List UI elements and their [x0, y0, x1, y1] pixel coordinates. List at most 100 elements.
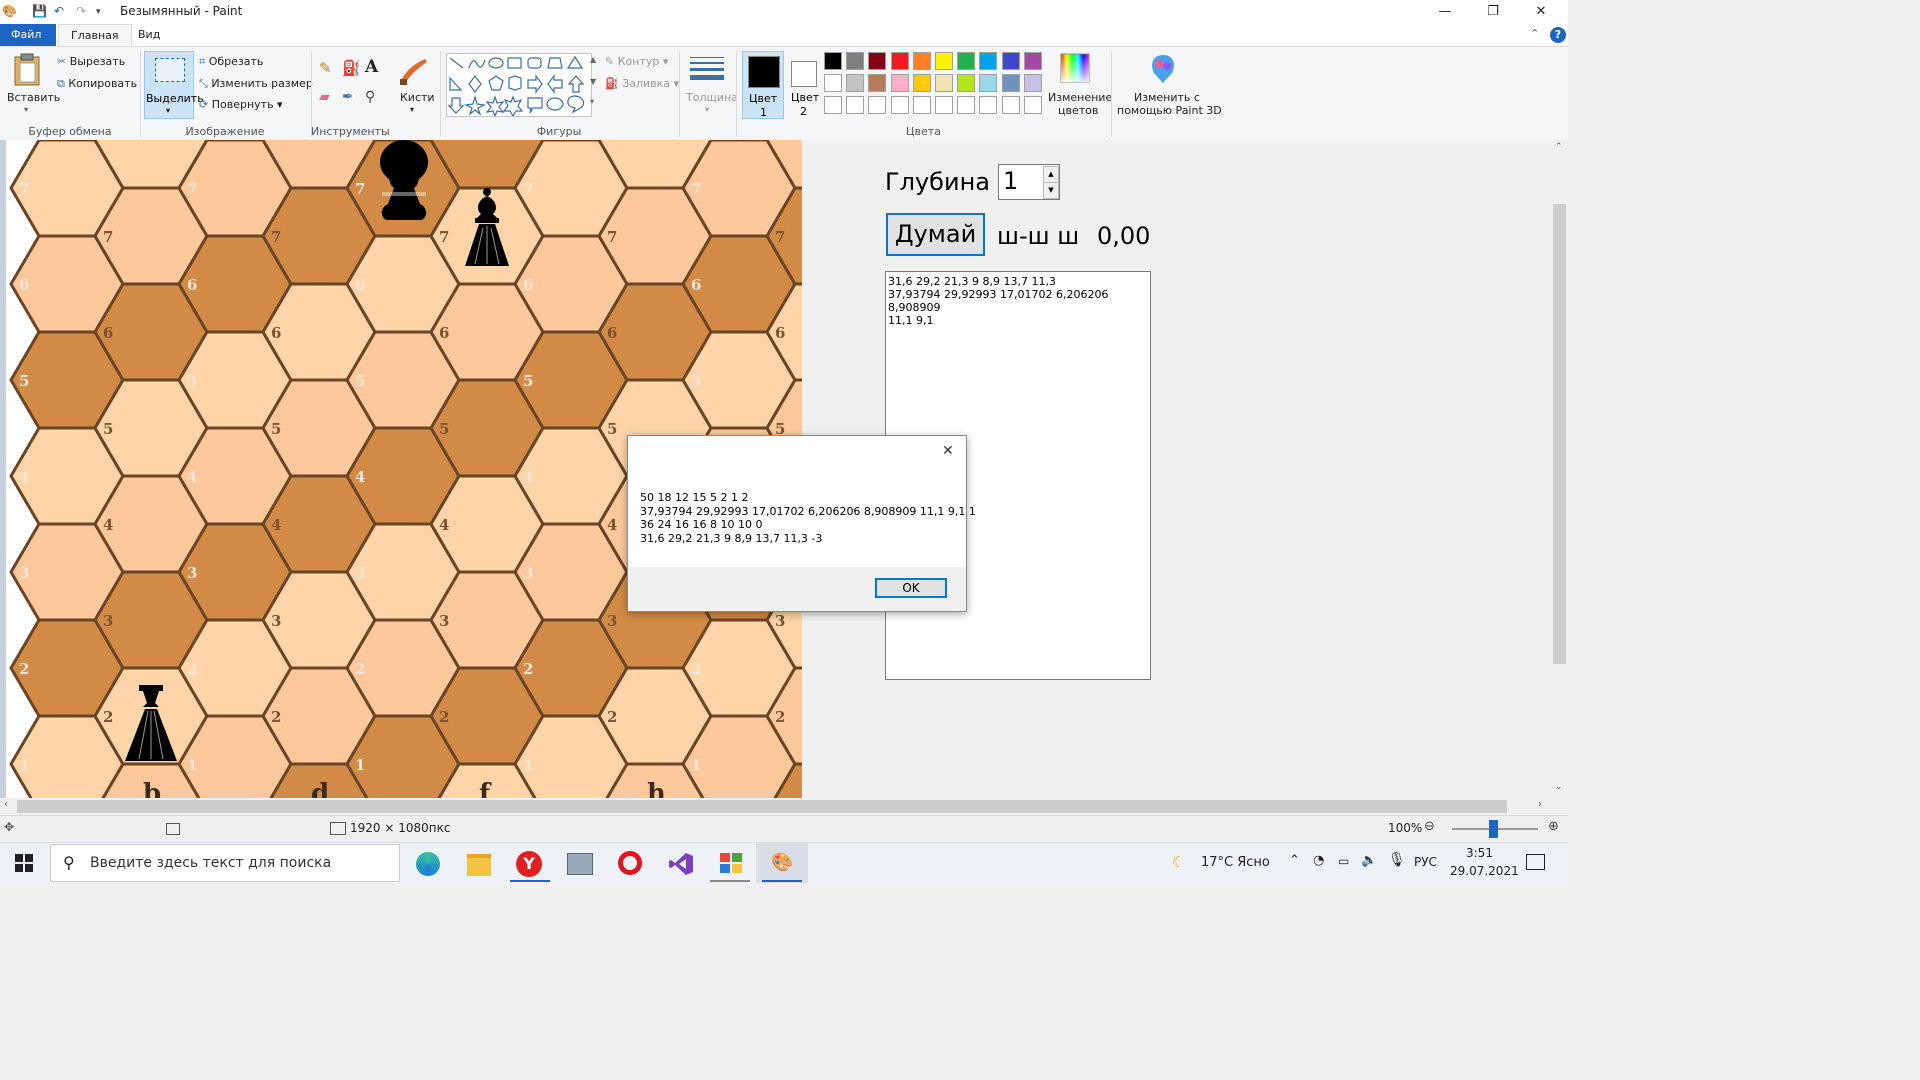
battery-icon[interactable]: ▭	[1338, 854, 1349, 868]
windows-start-icon[interactable]	[15, 854, 33, 872]
zoom-in-icon[interactable]: ⊕	[1548, 819, 1559, 834]
undo-icon[interactable]: ↶	[54, 4, 64, 18]
zoom-out-icon[interactable]: ⊖	[1424, 819, 1435, 834]
notifications-icon[interactable]	[1526, 854, 1545, 870]
zoom-slider-thumb[interactable]	[1489, 820, 1498, 838]
palette-color[interactable]	[979, 74, 998, 92]
palette-color[interactable]	[890, 52, 909, 70]
palette-color[interactable]	[935, 52, 953, 70]
palette-color[interactable]	[979, 52, 998, 70]
weather-text[interactable]: 17°C Ясно	[1201, 855, 1270, 870]
paste-button[interactable]: Вставить	[7, 91, 60, 104]
edit-colors-icon[interactable]	[1060, 53, 1090, 83]
save-icon[interactable]: 💾	[32, 4, 47, 18]
custom-color-slot[interactable]	[979, 96, 998, 114]
palette-color[interactable]	[1023, 74, 1042, 92]
scroll-down-icon[interactable]: ⌄	[1555, 782, 1563, 792]
color2-button[interactable]: Цвет 2	[788, 51, 820, 119]
magnifier-icon[interactable]: ⚲	[365, 89, 375, 105]
close-button[interactable]: ✕	[1518, 0, 1564, 24]
depth-stepper[interactable]: 1 ▲ ▼	[998, 164, 1060, 200]
custom-color-slot[interactable]	[868, 96, 887, 114]
think-button[interactable]: Думай	[886, 213, 985, 256]
scroll-right-icon[interactable]: ›	[1538, 799, 1542, 810]
custom-color-slot[interactable]	[1001, 96, 1020, 114]
restore-button[interactable]: ❐	[1470, 0, 1516, 24]
palette-color[interactable]	[824, 74, 842, 92]
cut-button[interactable]: ✂ Вырезать	[57, 55, 125, 68]
scroll-left-icon[interactable]: ‹	[4, 799, 8, 810]
rotate-button[interactable]: ⟳ Повернуть ▾	[199, 98, 283, 111]
custom-color-slot[interactable]	[890, 96, 909, 114]
paint3d-label-b[interactable]: помощью Paint 3D	[1117, 104, 1222, 117]
clock-date[interactable]: 29.07.2021	[1450, 864, 1519, 878]
scroll-up-icon[interactable]: ⌃	[1555, 142, 1563, 152]
brushes-button[interactable]: Кисти	[400, 91, 435, 104]
vertical-scroll-thumb[interactable]	[1553, 204, 1566, 664]
depth-down-icon[interactable]: ▼	[1043, 182, 1059, 199]
network-icon[interactable]: ◔	[1313, 853, 1324, 868]
eraser-icon[interactable]: ▰	[319, 89, 330, 105]
custom-color-slot[interactable]	[846, 96, 865, 114]
visual-studio-icon[interactable]	[668, 851, 694, 877]
palette-color[interactable]	[890, 74, 909, 92]
microphone-icon[interactable]: 🎙	[1388, 852, 1406, 868]
edge-icon[interactable]	[416, 852, 440, 876]
text-icon[interactable]: A	[365, 57, 378, 77]
collapse-ribbon-icon[interactable]: ⌃	[1530, 27, 1539, 40]
palette-color[interactable]	[868, 74, 887, 92]
custom-color-slot[interactable]	[957, 96, 976, 114]
palette-color[interactable]	[1001, 74, 1020, 92]
brushes-dropdown-icon[interactable]: ▾	[410, 105, 414, 114]
palette-color[interactable]	[1023, 52, 1042, 70]
volume-icon[interactable]: 🔈	[1361, 853, 1377, 868]
vertical-scrollbar[interactable]: ⌃ ⌄	[1551, 140, 1568, 798]
shape-icons[interactable]	[447, 54, 591, 118]
tab-view[interactable]: Вид	[126, 24, 172, 46]
paint-taskbar-button[interactable]: 🎨	[756, 843, 808, 883]
outline-button[interactable]: ✎ Контур ▾	[605, 55, 668, 68]
fill-icon[interactable]: ⛽	[342, 59, 361, 77]
input-language[interactable]: РУС	[1414, 855, 1437, 869]
custom-color-slot[interactable]	[912, 96, 931, 114]
custom-color-slot[interactable]	[824, 96, 842, 114]
size-dropdown-icon[interactable]: ▾	[705, 105, 709, 114]
weather-moon-icon[interactable]: ☾	[1172, 853, 1185, 871]
size-button[interactable]: Толщина	[686, 91, 738, 104]
depth-up-icon[interactable]: ▲	[1043, 166, 1059, 183]
depth-value[interactable]: 1	[1003, 167, 1018, 195]
ok-button[interactable]: OK	[875, 578, 947, 598]
show-hidden-icons-icon[interactable]: ⌃	[1289, 853, 1300, 868]
tab-home[interactable]: Главная	[58, 24, 132, 46]
fill-shape-button[interactable]: ⛽ Заливка ▾	[605, 77, 679, 90]
opera-icon[interactable]	[618, 851, 642, 875]
palette-color[interactable]	[912, 74, 931, 92]
palette-color[interactable]	[824, 52, 842, 70]
yandex-browser-icon[interactable]: Y	[516, 851, 542, 877]
file-explorer-icon[interactable]	[467, 854, 491, 876]
shapes-more-icon[interactable]: ▾	[590, 97, 594, 106]
clock-time[interactable]: 3:51	[1466, 846, 1493, 860]
minimize-button[interactable]: —	[1422, 0, 1468, 24]
palette-color[interactable]	[935, 74, 953, 92]
size-icon[interactable]	[690, 55, 726, 83]
palette-color[interactable]	[912, 52, 931, 70]
color-picker-icon[interactable]: ✒	[342, 89, 354, 105]
palette-color[interactable]	[957, 74, 976, 92]
select-button[interactable]: Выделить ▾	[144, 51, 204, 119]
shapes-scroll-up-icon[interactable]: ▲	[590, 55, 596, 64]
tab-file[interactable]: Файл	[0, 24, 56, 46]
shapes-scroll-down-icon[interactable]: ▼	[590, 77, 596, 86]
paint3d-label-a[interactable]: Изменить с	[1134, 91, 1200, 104]
dialog-close-icon[interactable]: ✕	[942, 443, 954, 459]
shapes-gallery[interactable]	[446, 53, 592, 118]
brushes-icon[interactable]	[397, 53, 431, 87]
horizontal-scrollbar[interactable]: ‹ ›	[0, 798, 1551, 815]
customize-quick-access-icon[interactable]: ▾	[96, 7, 101, 17]
palette-color[interactable]	[868, 52, 887, 70]
horizontal-scroll-thumb[interactable]	[17, 800, 1507, 813]
palette-color[interactable]	[1001, 52, 1020, 70]
palette-color[interactable]	[846, 74, 865, 92]
edit-colors-label-b[interactable]: цветов	[1058, 104, 1098, 117]
winforms-app-icon[interactable]	[720, 853, 742, 873]
